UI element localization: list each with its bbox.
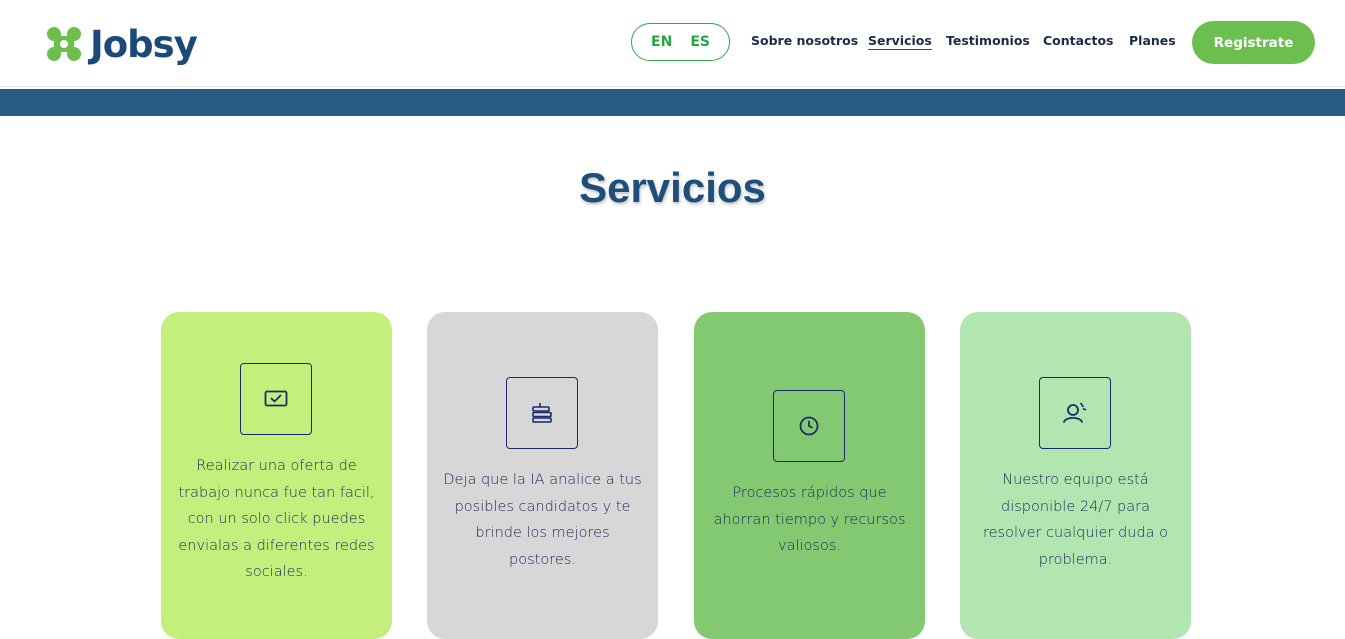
site-header: Jobsy EN ES Sobre nosotros Servicios Tes… (0, 0, 1345, 87)
clock-icon (773, 390, 845, 462)
service-card-text: Realizar una oferta de trabajo nunca fue… (178, 458, 375, 580)
services-title: Servicios (579, 164, 766, 211)
service-card-text: Nuestro equipo está disponible 24/7 para… (982, 472, 1169, 568)
checked-screen-icon (240, 363, 312, 435)
service-card-support: Nuestro equipo está disponible 24/7 para… (960, 312, 1191, 639)
lang-es-button[interactable]: ES (690, 34, 710, 50)
register-button[interactable]: Registrate (1192, 21, 1315, 64)
service-card-speed: Procesos rápidos que ahorran tiempo y re… (694, 312, 925, 639)
support-person-icon (1039, 377, 1111, 449)
language-toggle: EN ES (631, 23, 730, 61)
nav-servicios[interactable]: Servicios (868, 33, 932, 50)
logo-mark-icon (47, 27, 81, 61)
nav-testimonios[interactable]: Testimonios (946, 33, 1030, 48)
jobsy-logo[interactable]: Jobsy (46, 22, 198, 66)
nav-sobre-nosotros[interactable]: Sobre nosotros (751, 33, 858, 48)
nav-planes[interactable]: Planes (1129, 33, 1176, 48)
service-card-offers: Realizar una oferta de trabajo nunca fue… (161, 312, 392, 639)
logo-text: Jobsy (90, 22, 198, 66)
lang-en-button[interactable]: EN (651, 34, 672, 50)
blue-banner (0, 89, 1345, 116)
nav-contactos[interactable]: Contactos (1043, 33, 1113, 48)
service-card-ai: Deja que la IA analice a tus posibles ca… (427, 312, 658, 639)
service-card-text: Deja que la IA analice a tus posibles ca… (443, 472, 642, 568)
stacked-layers-icon (506, 377, 578, 449)
service-card-text: Procesos rápidos que ahorran tiempo y re… (713, 485, 906, 554)
